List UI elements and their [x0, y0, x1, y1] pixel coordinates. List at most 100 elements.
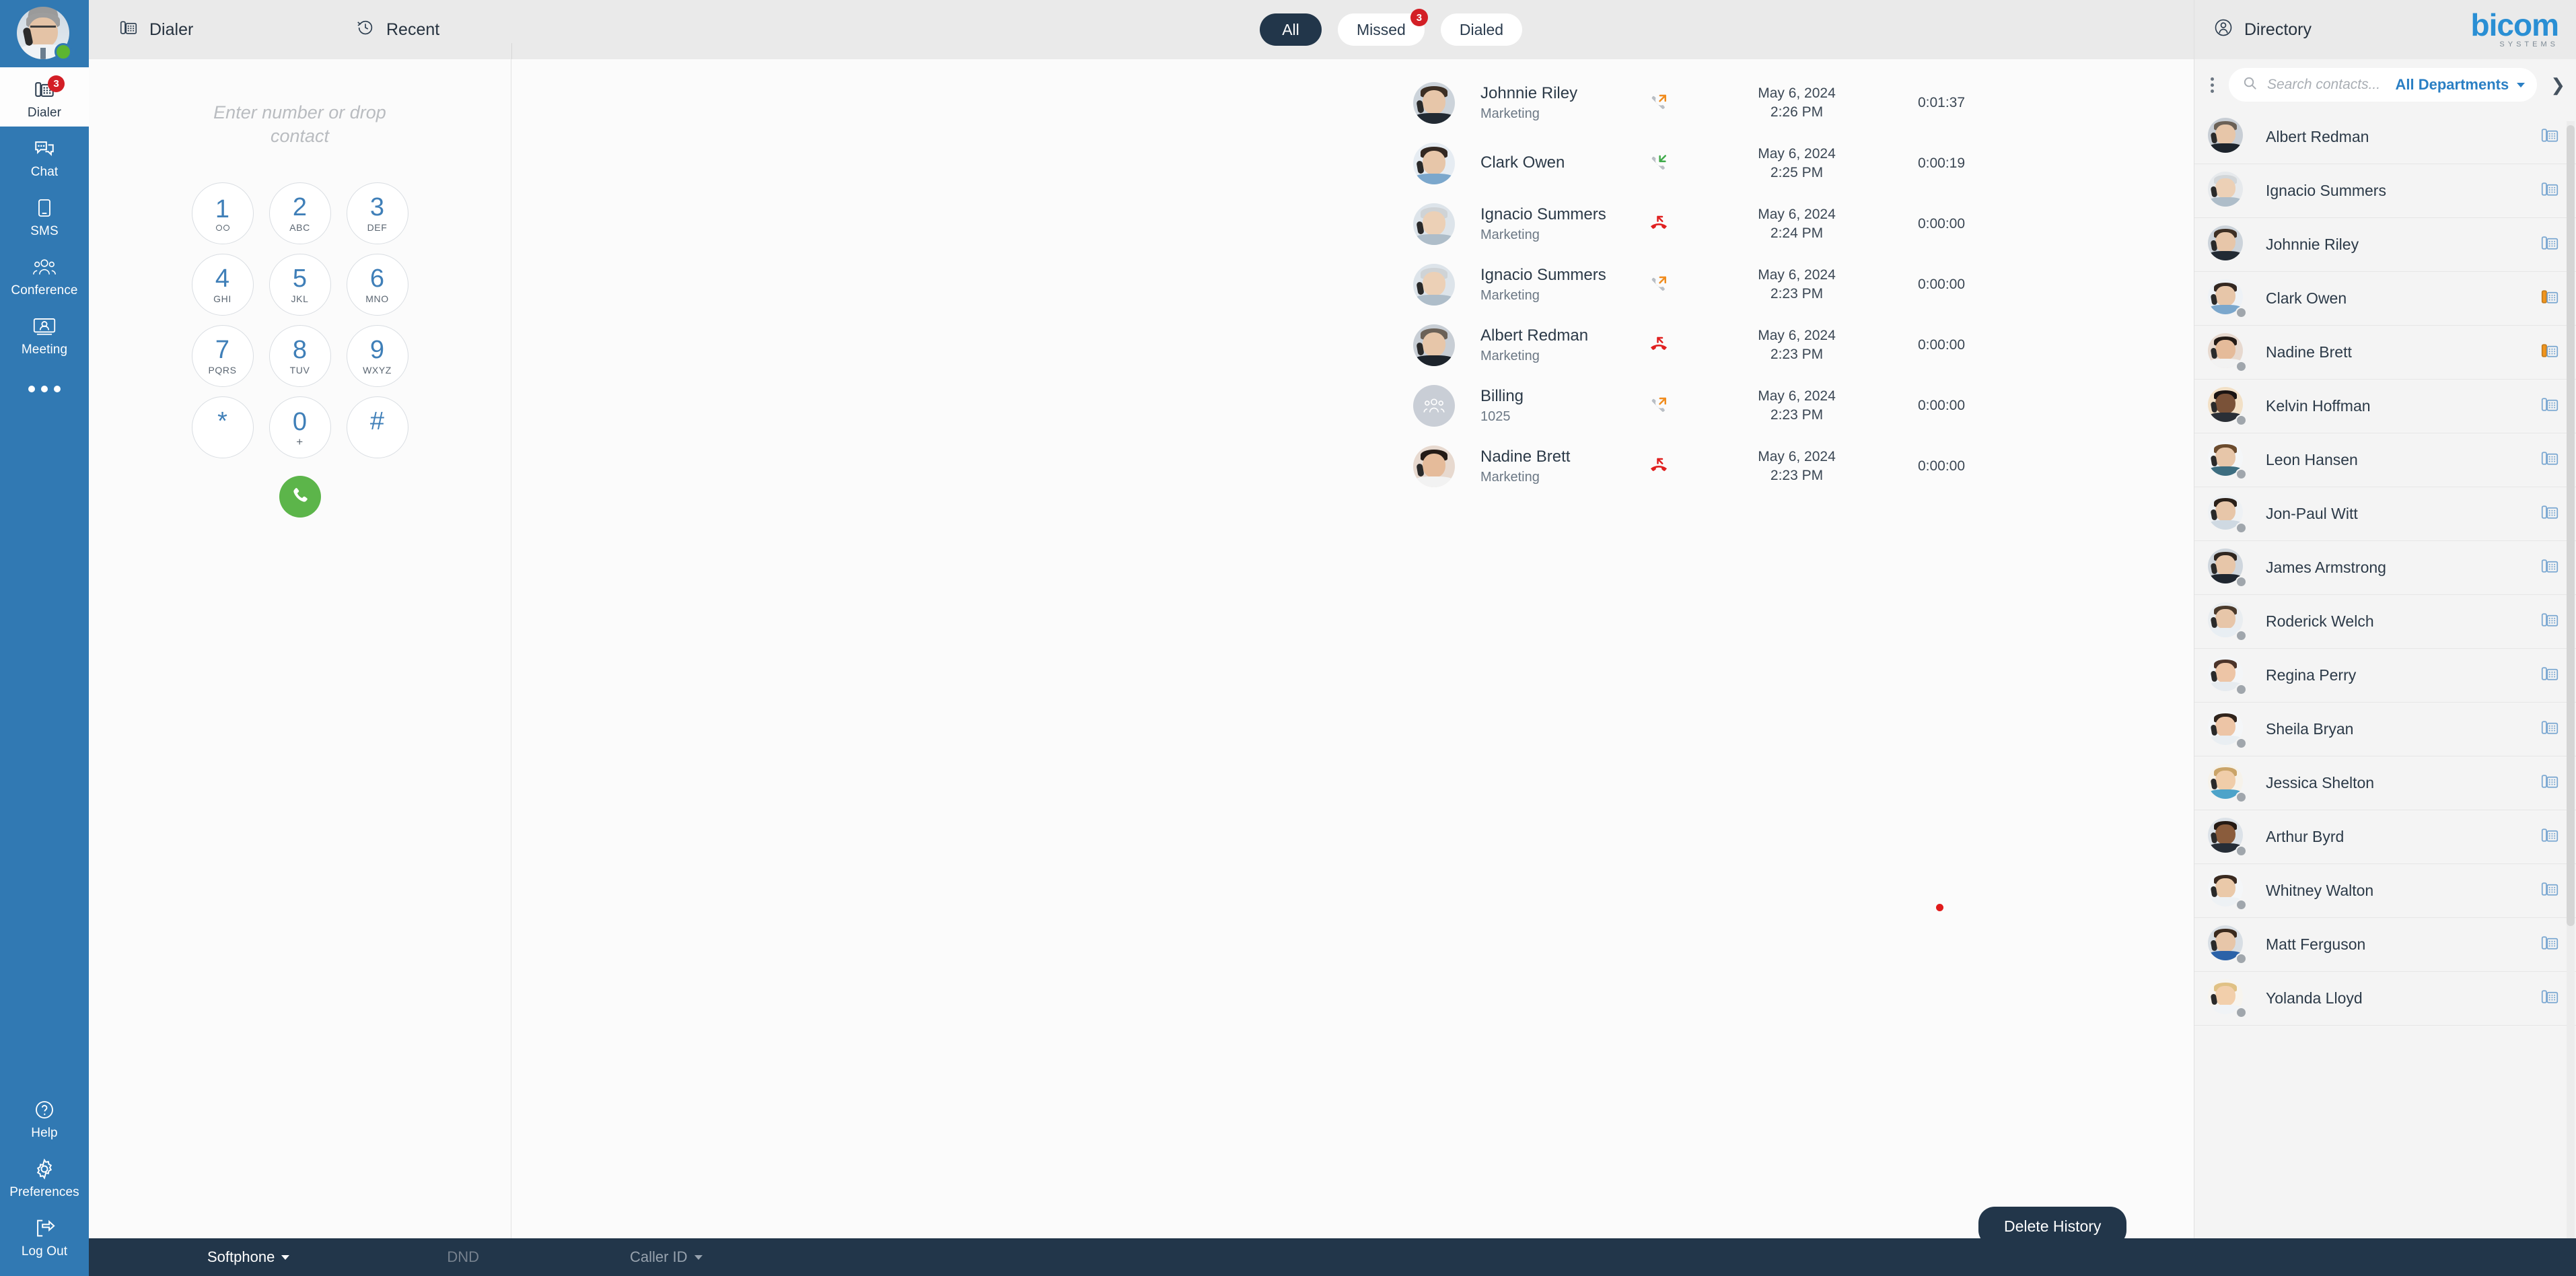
contact-name: Whitney Walton	[2266, 882, 2374, 899]
key-5[interactable]: 5 JKL	[269, 254, 331, 316]
softphone-dropdown[interactable]: Softphone	[207, 1248, 290, 1266]
key-2[interactable]: 2 ABC	[269, 182, 331, 245]
sidebar-item-logout[interactable]: Log Out	[0, 1206, 89, 1265]
table-row[interactable]: Billing 1025 May 6, 2024 2:23 PM 0:00:00	[511, 376, 2194, 436]
phone-handset-icon	[290, 485, 310, 509]
key-1[interactable]: 1	[191, 182, 254, 245]
list-item[interactable]: Leon Hansen	[2194, 433, 2576, 487]
key-6[interactable]: 6 MNO	[346, 254, 408, 316]
key-3[interactable]: 3 DEF	[346, 182, 408, 245]
key-0-plus: +	[296, 435, 303, 449]
list-item[interactable]: Matt Ferguson	[2194, 918, 2576, 972]
dial-input[interactable]: Enter number or drop contact	[199, 101, 401, 147]
call-duration: 0:00:00	[1917, 337, 1966, 353]
desk-phone-icon[interactable]	[2540, 233, 2560, 256]
desk-phone-icon[interactable]	[2540, 879, 2560, 902]
desk-phone-icon[interactable]	[2540, 502, 2560, 526]
call-button[interactable]	[279, 476, 321, 518]
list-item[interactable]: Ignacio Summers	[2194, 164, 2576, 218]
status-badge	[2235, 1006, 2247, 1018]
list-item[interactable]: Jessica Shelton	[2194, 756, 2576, 810]
contact-name: Ignacio Summers	[2266, 182, 2386, 199]
list-item[interactable]: Yolanda Lloyd	[2194, 972, 2576, 1026]
table-row[interactable]: Albert Redman Marketing May 6, 2024 2:23…	[511, 315, 2194, 376]
key-9[interactable]: 9 WXYZ	[346, 325, 408, 388]
status-badge	[2235, 414, 2247, 426]
list-item[interactable]: Jon-Paul Witt	[2194, 487, 2576, 541]
user-avatar[interactable]	[15, 5, 73, 63]
table-row[interactable]: Nadine Brett Marketing May 6, 2024 2:23 …	[511, 436, 2194, 497]
department-filter-dropdown[interactable]: All Departments	[2395, 76, 2526, 94]
sidebar-more-button[interactable]	[0, 363, 89, 415]
key-hash-label: #	[369, 407, 385, 436]
key-8[interactable]: 8 TUV	[269, 325, 331, 388]
key-0[interactable]: 0 +	[269, 396, 331, 459]
key-7[interactable]: 7 PQRS	[191, 325, 254, 388]
sidebar-item-chat[interactable]: Chat	[0, 127, 89, 186]
sidebar-item-dialer[interactable]: Dialer 3	[0, 67, 89, 127]
desk-phone-icon[interactable]	[2540, 987, 2560, 1010]
list-item[interactable]: Regina Perry	[2194, 649, 2576, 703]
desk-phone-icon[interactable]	[2540, 287, 2560, 310]
list-item[interactable]: James Armstrong	[2194, 541, 2576, 595]
list-item[interactable]: Clark Owen	[2194, 272, 2576, 326]
kebab-menu-icon[interactable]	[2205, 73, 2219, 97]
call-direction-incoming-icon	[1649, 153, 1729, 174]
filter-dialed[interactable]: Dialed	[1440, 13, 1523, 46]
key-hash[interactable]: #	[346, 396, 408, 459]
caller-id-dropdown[interactable]: Caller ID	[630, 1248, 703, 1266]
key-3-label: 3	[369, 193, 385, 222]
call-date: May 6, 2024	[1758, 388, 1836, 404]
desk-phone-icon[interactable]	[2540, 125, 2560, 149]
sidebar-item-label: Log Out	[21, 1244, 68, 1259]
table-row[interactable]: Ignacio Summers Marketing May 6, 2024 2:…	[511, 194, 2194, 254]
list-item[interactable]: Roderick Welch	[2194, 595, 2576, 649]
tab-recent-label: Recent	[386, 20, 440, 39]
table-row[interactable]: Clark Owen May 6, 2024 2:25 PM 0:00:19	[511, 133, 2194, 194]
filter-missed[interactable]: Missed 3	[1338, 9, 1428, 46]
key-4[interactable]: 4 GHI	[191, 254, 254, 316]
list-item[interactable]: Arthur Byrd	[2194, 810, 2576, 864]
table-row[interactable]: Ignacio Summers Marketing May 6, 2024 2:…	[511, 254, 2194, 315]
dialer-badge: 3	[48, 75, 65, 92]
key-3-letters: DEF	[367, 222, 388, 234]
list-item[interactable]: Sheila Bryan	[2194, 703, 2576, 756]
desk-phone-icon[interactable]	[2540, 179, 2560, 203]
desk-phone-icon[interactable]	[2540, 448, 2560, 472]
desk-phone-icon[interactable]	[2540, 556, 2560, 579]
tab-dialer[interactable]: Dialer	[118, 17, 347, 42]
sidebar-item-preferences[interactable]: Preferences	[0, 1147, 89, 1206]
avatar	[2208, 709, 2247, 749]
sidebar-item-conference[interactable]: Conference	[0, 245, 89, 304]
list-item[interactable]: Kelvin Hoffman	[2194, 380, 2576, 433]
sidebar-item-sms[interactable]: SMS	[0, 186, 89, 245]
list-item[interactable]: Whitney Walton	[2194, 864, 2576, 918]
search-input[interactable]: Search contacts... All Departments	[2229, 68, 2538, 102]
desk-phone-icon[interactable]	[2540, 341, 2560, 364]
desk-phone-icon[interactable]	[2540, 610, 2560, 633]
scrollbar-thumb[interactable]	[2567, 125, 2575, 926]
list-item[interactable]: Nadine Brett	[2194, 326, 2576, 380]
contact-info: Ignacio Summers Marketing	[1480, 205, 1649, 244]
dnd-toggle[interactable]: DND	[447, 1248, 479, 1266]
list-item[interactable]: Albert Redman	[2194, 110, 2576, 164]
directory-scrollbar[interactable]	[2567, 121, 2575, 1238]
sidebar-item-help[interactable]: Help	[0, 1088, 89, 1147]
contact-name: Albert Redman	[1480, 326, 1589, 345]
desk-phone-icon[interactable]	[2540, 664, 2560, 687]
sidebar-item-meeting[interactable]: Meeting	[0, 304, 89, 363]
list-item[interactable]: Johnnie Riley	[2194, 218, 2576, 272]
desk-phone-icon[interactable]	[2540, 933, 2560, 956]
tab-recent[interactable]: Recent	[355, 17, 439, 42]
key-0-label: 0	[292, 408, 308, 437]
desk-phone-icon[interactable]	[2540, 771, 2560, 795]
filter-all[interactable]: All	[1260, 13, 1322, 46]
table-row[interactable]: Johnnie Riley Marketing May 6, 2024 2:26…	[511, 73, 2194, 133]
desk-phone-icon[interactable]	[2540, 717, 2560, 741]
desk-phone-icon[interactable]	[2540, 394, 2560, 418]
avatar	[2208, 655, 2247, 695]
chevron-right-icon[interactable]: ❯	[2546, 75, 2569, 96]
key-star[interactable]: *	[191, 396, 254, 459]
desk-phone-icon[interactable]	[2540, 825, 2560, 849]
avatar	[2208, 171, 2247, 211]
